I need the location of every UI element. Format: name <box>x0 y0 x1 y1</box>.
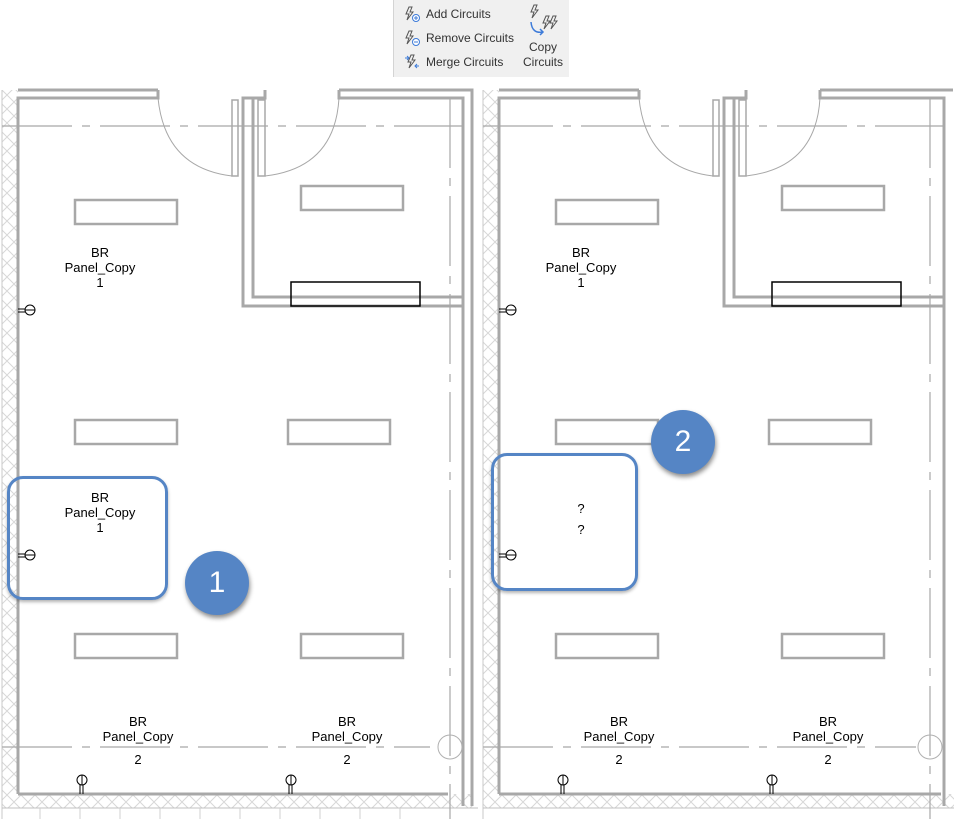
door-swing <box>638 97 714 177</box>
tag-panel-abbr: BR <box>609 714 629 729</box>
floor-plan-view-before[interactable]: BR Panel_Copy 1 BR Panel_Copy 1 BR Panel… <box>0 88 478 819</box>
wall-hatch-bottom <box>18 794 473 808</box>
add-circuits-button[interactable]: Add Circuits <box>404 4 491 24</box>
circuit-tag[interactable]: BR Panel_Copy 2 <box>78 714 198 767</box>
tag-panel-name: Panel_Copy <box>102 729 174 744</box>
circuits-ribbon-panel: Add Circuits Remove Circuits Merge Circu… <box>393 0 569 77</box>
circuit-tag[interactable]: BR Panel_Copy 2 <box>559 714 679 767</box>
door-swing <box>264 97 340 177</box>
lightning-add-icon <box>405 6 420 22</box>
remove-circuits-button[interactable]: Remove Circuits <box>404 28 514 48</box>
lightning-remove-icon <box>405 30 420 46</box>
copy-circuits-button[interactable]: Copy Circuits <box>520 4 566 70</box>
wall-hatch-left <box>2 90 18 808</box>
floor-plan-drawing <box>1 88 478 819</box>
tag-circuit-number: 2 <box>343 752 351 767</box>
tag-panel-name: Panel_Copy <box>583 729 655 744</box>
circuit-tag[interactable]: BR Panel_Copy 1 <box>521 245 641 290</box>
merge-circuits-label: Merge Circuits <box>426 55 504 69</box>
circuit-tag[interactable]: BR Panel_Copy 2 <box>287 714 407 767</box>
merge-circuits-button[interactable]: Merge Circuits <box>404 52 503 72</box>
circuit-tag[interactable]: BR Panel_Copy 2 <box>768 714 888 767</box>
grid-lines <box>2 98 470 819</box>
remove-circuits-label: Remove Circuits <box>426 31 515 45</box>
lightning-copy-icon <box>530 4 558 36</box>
door-swing <box>157 97 233 177</box>
highlight-callout <box>7 476 168 600</box>
copy-circuits-label-2: Circuits <box>522 55 563 69</box>
tag-panel-name: Panel_Copy <box>311 729 383 744</box>
tag-circuit-number: 1 <box>577 275 585 290</box>
step-badge: 1 <box>185 551 249 615</box>
tag-circuit-number: 1 <box>96 275 104 290</box>
floor-plan-view-after[interactable]: BR Panel_Copy 1 ? ? BR Panel_Copy 2 BR P… <box>481 88 954 819</box>
tag-circuit-number: 2 <box>134 752 142 767</box>
circuit-tag[interactable]: BR Panel_Copy 1 <box>40 245 160 290</box>
tag-panel-abbr: BR <box>818 714 838 729</box>
step-badge: 2 <box>651 410 715 474</box>
highlight-callout <box>491 453 638 591</box>
tag-circuit-number: 2 <box>615 752 623 767</box>
tag-panel-name: Panel_Copy <box>792 729 864 744</box>
tag-circuit-number: 2 <box>824 752 832 767</box>
tag-panel-name: Panel_Copy <box>545 260 617 275</box>
wall-hatch-left <box>483 90 499 808</box>
wall-hatch-bottom <box>499 794 954 808</box>
copy-circuits-label-1: Copy <box>528 40 557 54</box>
tag-panel-abbr: BR <box>571 245 591 260</box>
selected-panel[interactable] <box>290 281 421 307</box>
lightning-merge-icon <box>405 54 419 69</box>
door-swing <box>745 97 821 177</box>
tag-panel-name: Panel_Copy <box>64 260 136 275</box>
selected-panel[interactable] <box>771 281 902 307</box>
tag-panel-abbr: BR <box>337 714 357 729</box>
add-circuits-label: Add Circuits <box>426 7 491 21</box>
tag-panel-abbr: BR <box>90 245 110 260</box>
tag-panel-abbr: BR <box>128 714 148 729</box>
